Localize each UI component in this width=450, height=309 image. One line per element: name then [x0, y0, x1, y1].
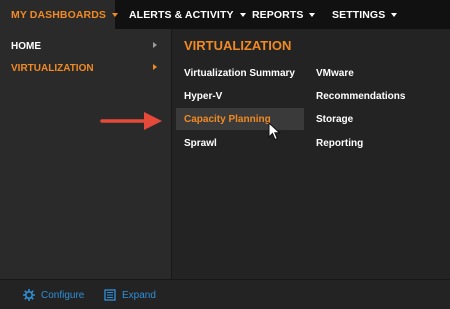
expand-label: Expand [122, 289, 156, 301]
tab-settings-label: SETTINGS [332, 8, 386, 21]
left-menu-item-label: HOME [11, 40, 41, 52]
top-nav: MY DASHBOARDS ALERTS & ACTIVITY REPORTS … [0, 0, 450, 29]
chevron-down-icon [309, 12, 316, 17]
tab-reports-label: REPORTS [252, 8, 304, 21]
tab-alerts-activity[interactable]: ALERTS & ACTIVITY [115, 0, 246, 29]
tab-settings[interactable]: SETTINGS [318, 0, 408, 29]
configure-label: Configure [41, 289, 85, 301]
link-vmware[interactable]: VMware [316, 62, 354, 84]
annotation-arrow-icon [100, 112, 162, 130]
chevron-right-icon [153, 64, 157, 70]
configure-button[interactable]: Configure [23, 288, 84, 302]
left-menu-item-label: VIRTUALIZATION [11, 62, 94, 74]
link-storage[interactable]: Storage [316, 108, 353, 130]
chevron-down-icon [391, 12, 398, 17]
left-menu-item-virtualization[interactable]: VIRTUALIZATION [0, 57, 171, 79]
link-sprawl[interactable]: Sprawl [184, 132, 217, 154]
left-menu-item-home[interactable]: HOME [0, 35, 171, 57]
link-virtualization-summary[interactable]: Virtualization Summary [184, 62, 295, 84]
expand-button[interactable]: Expand [104, 288, 156, 302]
link-recommendations[interactable]: Recommendations [316, 85, 405, 107]
mouse-cursor-icon [268, 122, 281, 141]
chevron-right-icon [153, 42, 157, 48]
menu-divider [171, 29, 172, 279]
bottom-bar: Configure Expand [0, 279, 450, 309]
link-hyper-v[interactable]: Hyper-V [184, 85, 222, 107]
tab-reports[interactable]: REPORTS [238, 0, 318, 29]
link-capacity-planning[interactable]: Capacity Planning [176, 108, 304, 130]
tab-my-dashboards[interactable]: MY DASHBOARDS [0, 0, 119, 29]
panel-title: VIRTUALIZATION [184, 38, 292, 53]
tab-my-dashboards-label: MY DASHBOARDS [11, 8, 107, 21]
link-reporting[interactable]: Reporting [316, 132, 363, 154]
expand-icon [104, 289, 116, 301]
tab-alerts-activity-label: ALERTS & ACTIVITY [129, 8, 234, 21]
gear-icon [23, 289, 35, 301]
